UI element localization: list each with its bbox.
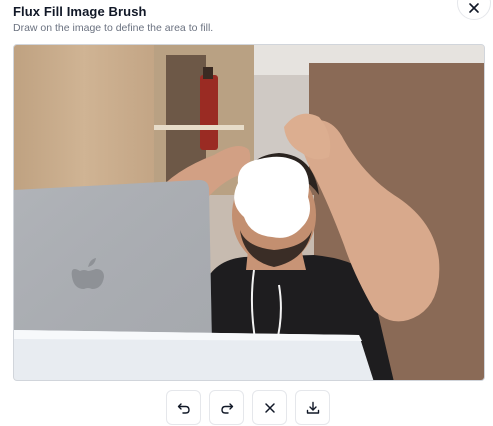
dialog-subtitle: Draw on the image to define the area to … xyxy=(13,22,214,34)
flux-fill-dialog: Flux Fill Image Brush Draw on the image … xyxy=(0,0,493,426)
undo-button[interactable] xyxy=(166,390,201,425)
canvas-toolbar xyxy=(166,390,330,425)
undo-icon xyxy=(177,402,190,414)
image-canvas[interactable] xyxy=(13,44,485,381)
clear-button[interactable] xyxy=(252,390,287,425)
download-button[interactable] xyxy=(295,390,330,425)
photo-canvas[interactable] xyxy=(14,45,485,381)
close-icon xyxy=(264,402,275,413)
dialog-title: Flux Fill Image Brush xyxy=(13,4,147,19)
download-icon xyxy=(306,401,319,414)
redo-button[interactable] xyxy=(209,390,244,425)
close-icon xyxy=(469,3,479,13)
close-button[interactable] xyxy=(457,0,491,20)
redo-icon xyxy=(220,402,233,414)
